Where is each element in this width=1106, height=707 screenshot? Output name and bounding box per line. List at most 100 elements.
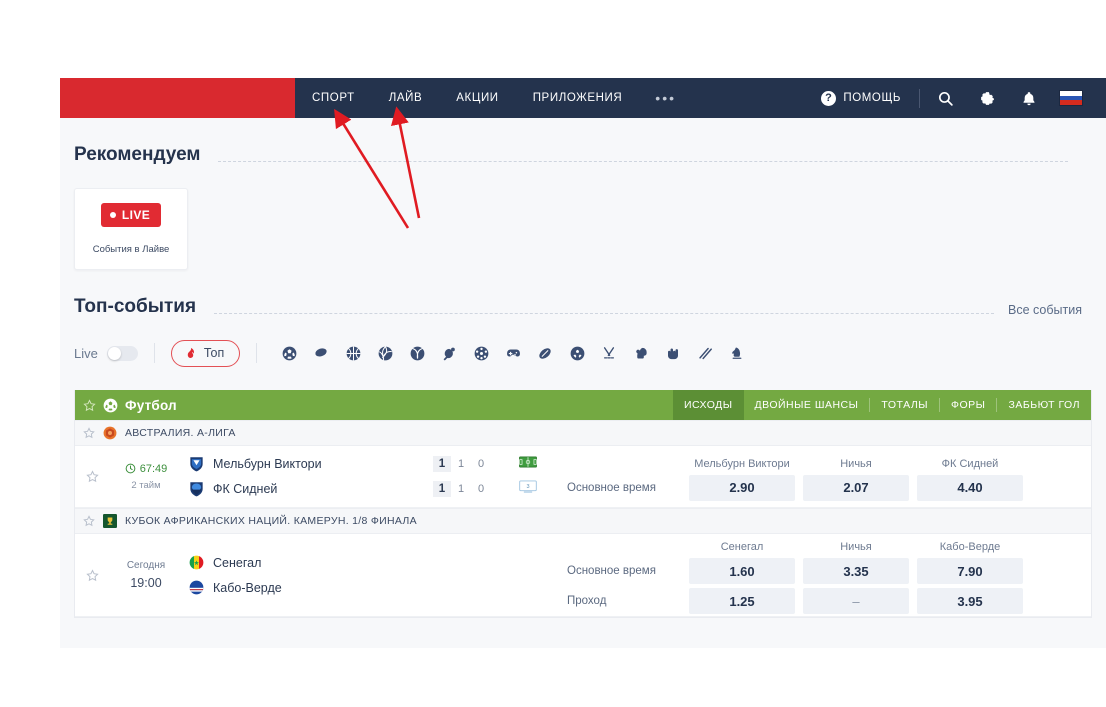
league-name: КУБОК АФРИКАНСКИХ НАЦИЙ. КАМЕРУН. 1/8 ФИ… — [125, 515, 417, 527]
team-home-name: Сенегал — [213, 555, 262, 570]
filters-divider-2 — [256, 343, 258, 363]
team-crest-icon — [189, 481, 204, 497]
gear-icon[interactable] — [966, 78, 1008, 118]
favorite-star-icon[interactable] — [75, 534, 109, 616]
market-label: Основное время — [567, 565, 656, 577]
tv-icon[interactable]: 3 — [519, 480, 537, 498]
team-home: Сенегал — [189, 555, 433, 571]
tennis-ball-icon[interactable] — [401, 338, 433, 368]
match-scores: 1 1 0 1 1 0 — [433, 446, 519, 507]
nav-item-apps[interactable]: ПРИЛОЖЕНИЯ — [516, 78, 640, 118]
nav-right-group: ? ПОМОЩЬ — [807, 78, 1106, 118]
market-tabs: ИСХОДЫ ДВОЙНЫЕ ШАНСЫ ТОТАЛЫ ФОРЫ ЗАБЬЮТ … — [673, 390, 1091, 420]
market-tab-double-chance[interactable]: ДВОЙНЫЕ ШАНСЫ — [744, 390, 870, 420]
sport-block-title: Футбол — [125, 397, 177, 413]
nav-item-live[interactable]: ЛАЙВ — [372, 78, 440, 118]
team-home-name: Мельбурн Виктори — [213, 457, 322, 471]
toggle-switch-off[interactable] — [106, 345, 138, 361]
question-mark-glyph: ? — [825, 91, 833, 104]
nav-item-sport[interactable]: СПОРТ — [295, 78, 372, 118]
match-markets: Мельбурн Виктори Ничья ФК Сидней Основно… — [565, 446, 1091, 507]
odds-cell-draw[interactable]: 2.07 — [803, 474, 909, 501]
market-tab-totals[interactable]: ТОТАЛЫ — [870, 390, 939, 420]
live-dot-icon — [109, 212, 116, 218]
recommend-card-live[interactable]: LIVE События в Лайве — [74, 188, 188, 270]
table-tennis-icon[interactable] — [433, 338, 465, 368]
nav-divider — [919, 88, 920, 108]
market-tab-outcomes[interactable]: ИСХОДЫ — [673, 390, 744, 420]
market-tab-handicaps[interactable]: ФОРЫ — [940, 390, 996, 420]
search-icon[interactable] — [924, 78, 966, 118]
market-tab-label: ФОРЫ — [951, 399, 986, 411]
score-period-1: 1 — [457, 458, 465, 470]
match-teams: Сенегал Кабо-Верде — [183, 534, 433, 616]
mma-fist-icon[interactable] — [657, 338, 689, 368]
pitch-icon[interactable] — [519, 455, 537, 473]
odds-cell-away[interactable]: 4.40 — [917, 474, 1023, 501]
nav-item-promos[interactable]: АКЦИИ — [439, 78, 515, 118]
favorite-star-icon[interactable] — [83, 515, 95, 527]
volleyball-icon[interactable] — [369, 338, 401, 368]
site-logo[interactable] — [60, 78, 295, 118]
odds-cell-home[interactable]: 2.90 — [689, 474, 795, 501]
odds-cell-draw[interactable]: 3.35 — [803, 558, 909, 584]
biathlon-skis-icon[interactable] — [689, 338, 721, 368]
match-time-block: Сегодня 19:00 — [109, 534, 183, 616]
market-row-qualify: Проход 1.25 – 3.95 — [565, 586, 1091, 616]
boxing-glove-icon[interactable] — [625, 338, 657, 368]
match-clock-value: 67:49 — [139, 462, 168, 475]
favorite-star-icon[interactable] — [83, 398, 96, 412]
screenshot-root: СПОРТ ЛАЙВ АКЦИИ ПРИЛОЖЕНИЯ ••• ? ПОМОЩЬ… — [0, 0, 1106, 707]
match-time-block: 67:49 2 тайм — [109, 446, 183, 507]
live-badge-label: LIVE — [121, 208, 151, 222]
chess-knight-icon[interactable] — [721, 338, 753, 368]
market-tab-label: ДВОЙНЫЕ ШАНСЫ — [754, 399, 859, 411]
hockey-puck-icon[interactable] — [305, 338, 337, 368]
market-label: Основное время — [567, 481, 656, 494]
odds-cell-away[interactable]: 7.90 — [917, 558, 1023, 584]
score-row-home: 1 1 0 — [433, 456, 519, 472]
top-events-title: Топ-события — [74, 296, 197, 317]
odds-cell-home[interactable]: 1.25 — [689, 588, 795, 614]
team-away: Кабо-Верде — [189, 580, 433, 596]
rugby-ball-icon[interactable] — [529, 338, 561, 368]
odds-cell-away[interactable]: 3.95 — [917, 588, 1023, 614]
market-tab-label: ИСХОДЫ — [684, 399, 733, 411]
match-row-senegal-caboverde[interactable]: Сегодня 19:00 Сенегал Кабо-Верде Сенегал… — [75, 534, 1091, 617]
all-events-link[interactable]: Все события — [1008, 303, 1082, 317]
favorite-star-icon[interactable] — [75, 446, 109, 507]
match-teams: Мельбурн Виктори ФК Сидней — [183, 446, 433, 507]
top-events-filters: Live Топ — [60, 318, 1106, 368]
favorite-star-icon[interactable] — [83, 427, 95, 439]
nav-item-label: СПОРТ — [312, 92, 355, 104]
league-row-australia[interactable]: АВСТРАЛИЯ. А-ЛИГА — [75, 420, 1091, 446]
recommend-title: Рекомендуем — [74, 144, 201, 165]
bell-icon[interactable] — [1008, 78, 1050, 118]
market-row-main-time: Основное время 1.60 3.35 7.90 — [565, 556, 1091, 586]
handball-icon[interactable] — [561, 338, 593, 368]
soccer-ball-icon — [103, 398, 118, 413]
top-filter-button[interactable]: Топ — [170, 339, 241, 367]
basketball-icon[interactable] — [337, 338, 369, 368]
soccer-ball-icon[interactable] — [273, 338, 305, 368]
match-row-melbourne-sydney[interactable]: 67:49 2 тайм Мельбурн Виктори ФК Сидней … — [75, 446, 1091, 508]
market-header-away: ФК Сидней — [941, 457, 999, 470]
score-main: 1 — [433, 456, 451, 472]
score-period-2: 0 — [477, 483, 485, 495]
help-button[interactable]: ? ПОМОЩЬ — [807, 90, 915, 106]
recommend-header: Рекомендуем — [60, 118, 1106, 166]
browser-viewport: СПОРТ ЛАЙВ АКЦИИ ПРИЛОЖЕНИЯ ••• ? ПОМОЩЬ… — [60, 78, 1106, 648]
esports-gamepad-icon[interactable] — [497, 338, 529, 368]
flag-ru-icon[interactable] — [1050, 78, 1092, 118]
team-away: ФК Сидней — [189, 481, 433, 497]
league-row-africa-cup[interactable]: КУБОК АФРИКАНСКИХ НАЦИЙ. КАМЕРУН. 1/8 ФИ… — [75, 508, 1091, 534]
futsal-ball-icon[interactable] — [465, 338, 497, 368]
sport-block-football: Футбол ИСХОДЫ ДВОЙНЫЕ ШАНСЫ ТОТАЛЫ ФОРЫ … — [74, 390, 1092, 618]
team-flag-icon — [189, 555, 204, 571]
ice-hockey-sticks-icon[interactable] — [593, 338, 625, 368]
nav-more-icon[interactable]: ••• — [639, 90, 692, 106]
live-toggle[interactable]: Live — [74, 345, 138, 361]
market-tab-both-to-score[interactable]: ЗАБЬЮТ ГОЛ — [997, 390, 1091, 420]
odds-cell-home[interactable]: 1.60 — [689, 558, 795, 584]
team-away-name: ФК Сидней — [213, 482, 278, 496]
